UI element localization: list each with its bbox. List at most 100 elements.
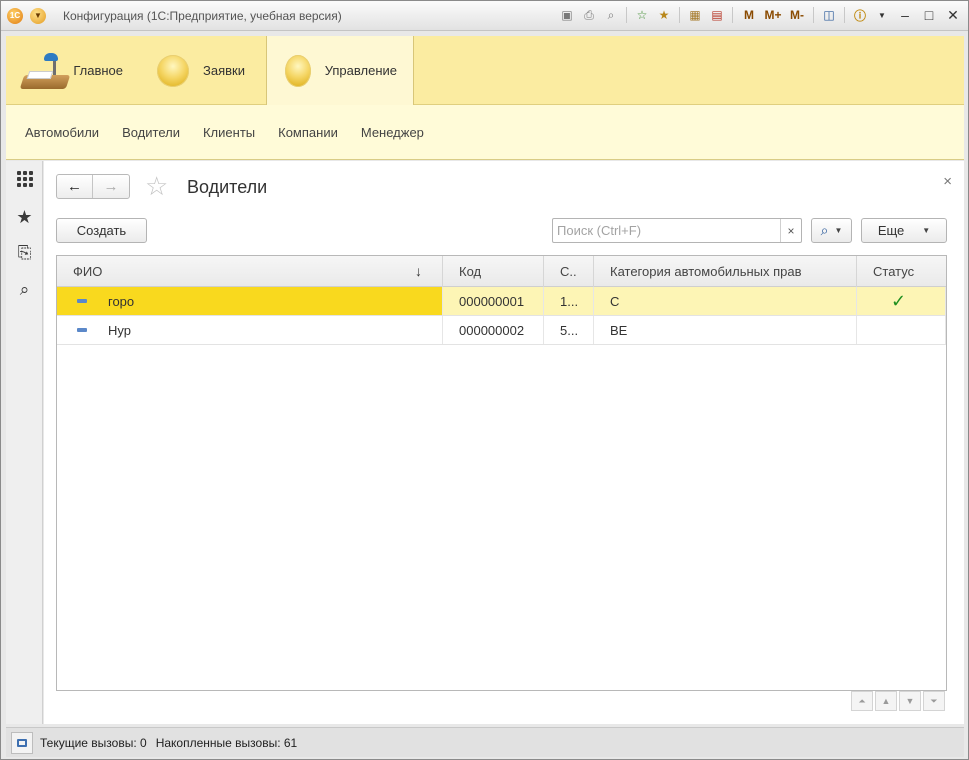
favorites-star-icon[interactable]: ★ (6, 202, 43, 232)
memory-m-button[interactable]: M (738, 5, 760, 25)
toolbar-divider (732, 7, 733, 23)
history-icon[interactable]: ⎘ (6, 238, 43, 268)
cell-name: Нур (57, 316, 443, 344)
back-arrow-icon[interactable]: ← (57, 175, 94, 198)
window-title: Конфигурация (1С:Предприятие, учебная ве… (63, 8, 342, 23)
function-panel: Автомобили Водители Клиенты Компании Мен… (6, 105, 964, 160)
search-input[interactable] (553, 219, 779, 242)
status-bar: Текущие вызовы: 0 Накопленные вызовы: 61 (6, 727, 964, 757)
cell-category: C (594, 287, 857, 315)
search-options-button[interactable]: ⌕ ▼ (811, 218, 852, 243)
scroll-up-icon[interactable]: ▲ (875, 691, 897, 711)
more-label: Еще (877, 223, 905, 238)
funcbar-item-clients[interactable]: Клиенты (203, 125, 255, 140)
toolbar-divider (844, 7, 845, 23)
orb-icon (285, 54, 311, 87)
main-menu-icon[interactable]: ▼ (30, 7, 46, 24)
section-management[interactable]: Управление (266, 36, 414, 105)
create-button[interactable]: Создать (56, 218, 147, 243)
funcbar-item-manager[interactable]: Менеджер (361, 125, 424, 140)
chevron-down-icon: ▼ (922, 226, 931, 235)
toolbar-divider (626, 7, 627, 23)
cell-status: ✓ (857, 287, 946, 315)
table-row[interactable]: горо 000000001 1... C ✓ (57, 287, 946, 316)
memory-plus-button[interactable]: M+ (762, 5, 784, 25)
chevron-down-icon: ▼ (834, 226, 843, 235)
section-label: Управление (324, 63, 397, 78)
title-toolbar: ▣ ⎙ ⌕ ☆ ★ ▦ ▤ M M+ M- ◫ ⓘ ▼ – □ ✕ (557, 5, 964, 25)
more-button[interactable]: Еще ▼ (861, 218, 947, 243)
name-text: горо (108, 293, 135, 309)
tool-panel: ★ ⎘ ⌕ (6, 161, 43, 724)
info-icon[interactable]: ⓘ (850, 5, 870, 25)
favorites-icon[interactable]: ★ (654, 5, 674, 25)
form-area: ← → ☆ Водители × Создать × ⌕ ▼ Еще ▼ ФИО… (44, 161, 964, 724)
favorite-star-icon[interactable]: ☆ (145, 172, 168, 200)
minimize-icon[interactable]: – (894, 5, 916, 25)
calendar-icon[interactable]: ▤ (707, 5, 727, 25)
cell-category: BE (594, 316, 857, 344)
page-title: Водители (187, 177, 268, 197)
calculator-icon[interactable]: ▦ (685, 5, 705, 25)
row-item-icon (77, 299, 87, 303)
column-header-name[interactable]: ФИО ↓ (57, 256, 443, 287)
panels-icon[interactable]: ◫ (819, 5, 839, 25)
checkmark-icon: ✓ (891, 290, 907, 311)
memory-minus-button[interactable]: M- (786, 5, 808, 25)
save-icon[interactable]: ▣ (557, 5, 577, 25)
all-functions-icon[interactable] (6, 164, 43, 194)
row-item-icon (77, 328, 87, 332)
performance-monitor-icon[interactable] (11, 731, 33, 754)
add-favorite-icon[interactable]: ☆ (632, 5, 652, 25)
close-icon[interactable]: × (943, 173, 952, 190)
column-label: ФИО (73, 264, 103, 279)
toolbar-divider (679, 7, 680, 23)
column-header-code[interactable]: Код (443, 256, 544, 287)
cell-name: горо (57, 287, 443, 315)
table-header: ФИО ↓ Код С.. Категория автомобильных пр… (57, 256, 946, 287)
chevron-down-icon[interactable]: ▼ (872, 5, 892, 25)
close-window-icon[interactable]: ✕ (942, 5, 964, 25)
cell-c: 5... (544, 316, 594, 344)
magnifier-icon: ⌕ (820, 222, 829, 238)
orb-icon (157, 54, 189, 87)
toolbar-divider (813, 7, 814, 23)
column-header-category[interactable]: Категория автомобильных прав (594, 256, 857, 287)
sort-arrow-icon: ↓ (415, 263, 422, 279)
scroll-down-icon[interactable]: ▼ (899, 691, 921, 711)
section-label: Заявки (203, 63, 245, 78)
cell-c: 1... (544, 287, 594, 315)
accumulated-calls-text: Накопленные вызовы: 61 (155, 735, 298, 750)
maximize-icon[interactable]: □ (918, 5, 940, 25)
funcbar-item-companies[interactable]: Компании (278, 125, 338, 140)
table-navigation: ⏶ ▲ ▼ ⏷ (851, 691, 945, 711)
section-label: Главное (73, 63, 123, 78)
current-calls-text: Текущие вызовы: 0 (40, 735, 147, 750)
app-logo-icon[interactable]: 1С (7, 7, 23, 24)
cell-code: 000000002 (443, 316, 544, 344)
cell-status (857, 316, 946, 344)
forward-arrow-icon[interactable]: → (93, 175, 129, 198)
table-row[interactable]: Нур 000000002 5... BE (57, 316, 946, 345)
funcbar-item-cars[interactable]: Автомобили (25, 125, 99, 140)
name-text: Нур (108, 322, 131, 338)
print-preview-icon[interactable]: ⌕ (601, 5, 621, 25)
cell-code: 000000001 (443, 287, 544, 315)
section-main[interactable]: Главное (6, 36, 139, 105)
drivers-table: ФИО ↓ Код С.. Категория автомобильных пр… (56, 255, 947, 691)
nav-buttons: ← → (56, 174, 130, 199)
search-box: × (552, 218, 802, 243)
sections-panel: Главное Заявки Управление (6, 36, 964, 105)
desk-lamp-icon (19, 49, 71, 93)
column-header-status[interactable]: Статус (857, 256, 946, 287)
print-icon[interactable]: ⎙ (579, 5, 599, 25)
scroll-to-bottom-icon[interactable]: ⏷ (923, 691, 945, 711)
column-header-c[interactable]: С.. (544, 256, 594, 287)
section-requests[interactable]: Заявки (139, 36, 266, 105)
app-window: 1С ▼ Конфигурация (1С:Предприятие, учебн… (0, 0, 969, 760)
funcbar-item-drivers[interactable]: Водители (122, 125, 180, 140)
title-bar: 1С ▼ Конфигурация (1С:Предприятие, учебн… (1, 1, 968, 31)
scroll-to-top-icon[interactable]: ⏶ (851, 691, 873, 711)
search-icon[interactable]: ⌕ (6, 275, 43, 305)
clear-search-icon[interactable]: × (780, 219, 801, 242)
